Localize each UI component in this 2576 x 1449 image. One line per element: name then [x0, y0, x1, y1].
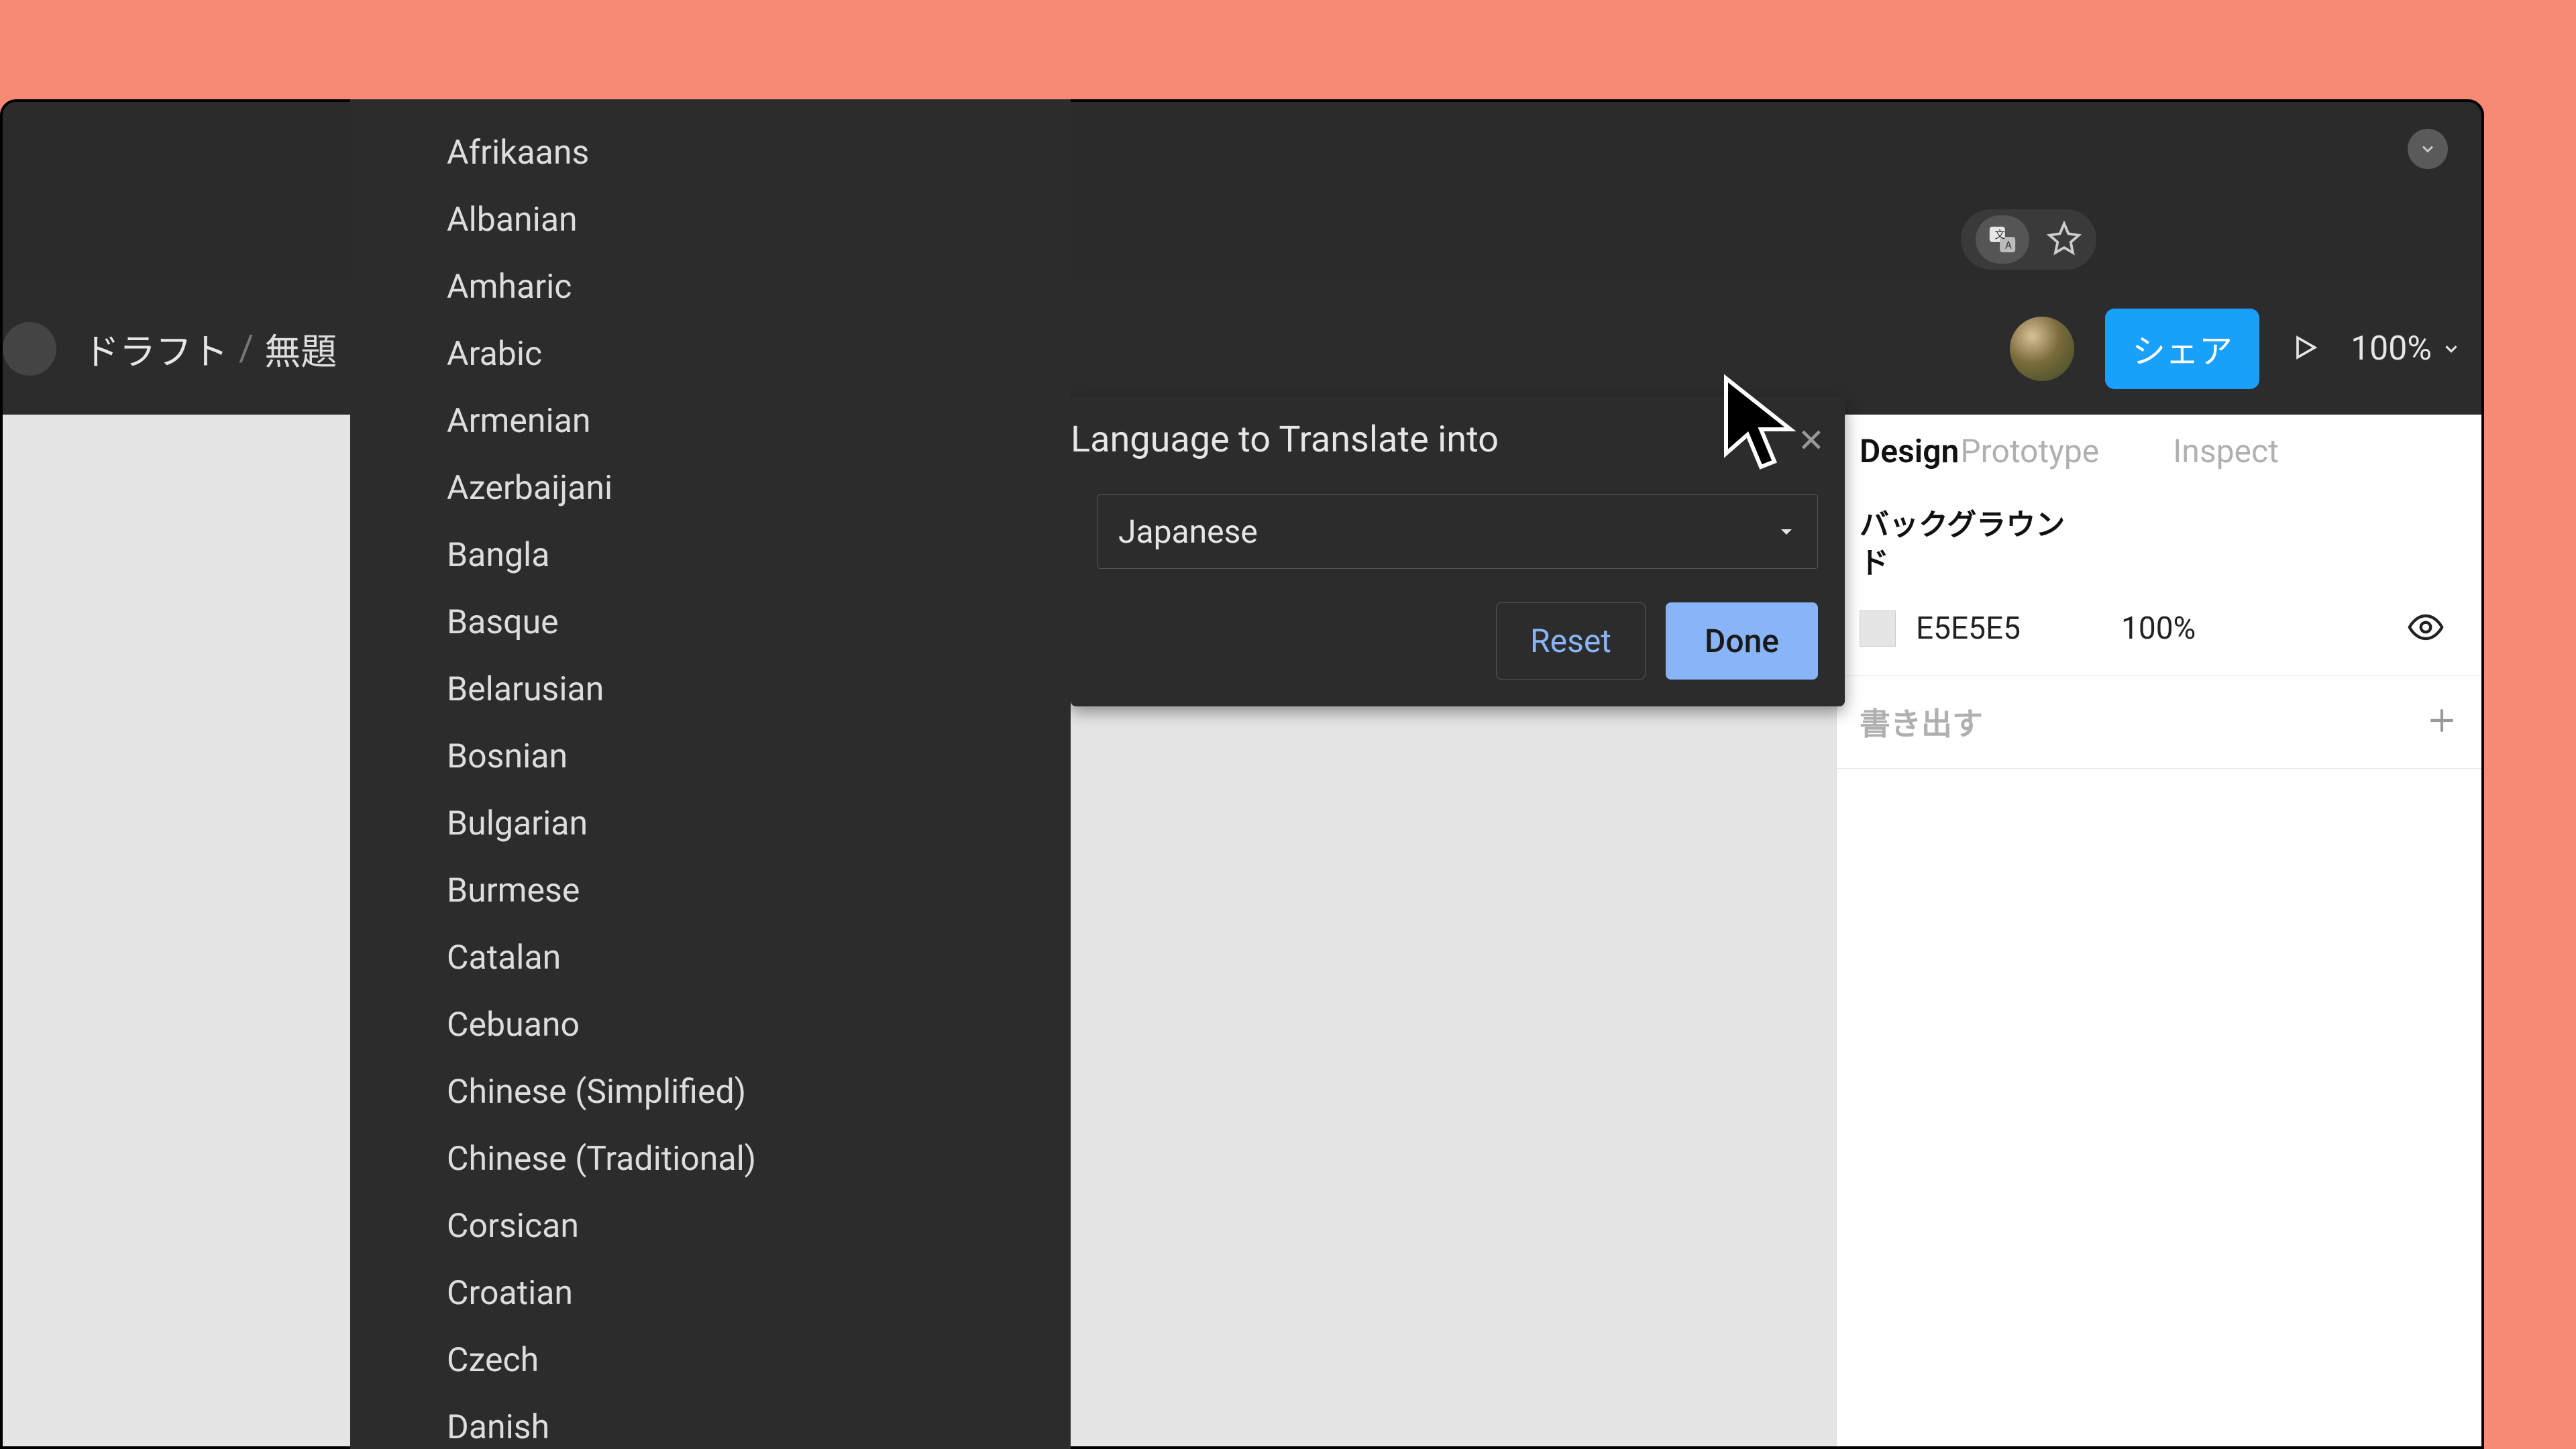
color-hex[interactable]: E5E5E5 [1916, 610, 2021, 647]
zoom-control[interactable]: 100% [2351, 329, 2461, 368]
done-button[interactable]: Done [1666, 602, 1818, 680]
export-section: 書き出す [1837, 676, 2481, 769]
eye-icon [2406, 608, 2445, 647]
breadcrumb-file[interactable]: 無題 [264, 322, 337, 375]
background-title: バックグラウンド [1860, 506, 2088, 582]
bookmark-star-button[interactable] [2047, 221, 2082, 258]
background-row: E5E5E5 100% [1860, 608, 2459, 649]
language-option[interactable]: Czech [350, 1327, 1071, 1394]
present-button[interactable] [2290, 333, 2320, 365]
language-option[interactable]: Croatian [350, 1260, 1071, 1327]
panel-tabs: Design Prototype Inspect [1837, 415, 2481, 488]
language-option[interactable]: Bosnian [350, 723, 1071, 790]
right-panel: Design Prototype Inspect バックグラウンド E5E5E5… [1836, 415, 2481, 1446]
language-dropdown: AfrikaansAlbanianAmharicArabicArmenianAz… [350, 99, 1071, 1449]
language-option[interactable]: Burmese [350, 857, 1071, 924]
language-option[interactable]: Azerbaijani [350, 455, 1071, 522]
language-option[interactable]: Danish [350, 1394, 1071, 1449]
figma-logo[interactable] [3, 322, 56, 376]
play-icon [2290, 333, 2320, 362]
tab-design[interactable]: Design [1860, 432, 1959, 470]
star-icon [2047, 221, 2082, 256]
language-select[interactable]: Japanese [1097, 494, 1818, 569]
export-label: 書き出す [1860, 700, 1983, 744]
breadcrumb: ドラフト / 無題 [83, 322, 337, 375]
zoom-value: 100% [2351, 329, 2432, 368]
language-option[interactable]: Corsican [350, 1193, 1071, 1260]
address-actions: 文 A [1961, 209, 2096, 270]
language-option[interactable]: Chinese (Traditional) [350, 1126, 1071, 1193]
chevron-down-icon [2441, 339, 2461, 359]
share-button[interactable]: シェア [2105, 309, 2259, 389]
translate-icon: 文 A [1987, 224, 2018, 255]
translate-popover: Language to Translate into ✕ Japanese Re… [1071, 397, 1845, 706]
close-button[interactable]: ✕ [1798, 421, 1825, 460]
avatar[interactable] [2010, 317, 2074, 381]
language-option[interactable]: Belarusian [350, 656, 1071, 723]
language-option[interactable]: Bulgarian [350, 790, 1071, 857]
language-option[interactable]: Catalan [350, 924, 1071, 991]
color-opacity[interactable]: 100% [2121, 610, 2196, 647]
language-option[interactable]: Arabic [350, 321, 1071, 388]
tab-prototype[interactable]: Prototype [1960, 432, 2099, 470]
language-option[interactable]: Basque [350, 589, 1071, 656]
language-option[interactable]: Albanian [350, 186, 1071, 254]
breadcrumb-folder[interactable]: ドラフト [83, 322, 228, 375]
breadcrumb-separator: / [239, 327, 254, 370]
popover-title-text: Language to Translate into [1071, 419, 1499, 461]
color-swatch[interactable] [1860, 610, 1896, 647]
language-option[interactable]: Amharic [350, 254, 1071, 321]
language-option[interactable]: Chinese (Simplified) [350, 1059, 1071, 1126]
translate-button[interactable]: 文 A [1976, 215, 2029, 264]
language-option[interactable]: Armenian [350, 388, 1071, 455]
language-option[interactable]: Afrikaans [350, 119, 1071, 186]
background-section: バックグラウンド E5E5E5 100% [1837, 488, 2481, 676]
svg-text:A: A [2005, 239, 2012, 251]
dropdown-caret-icon [1776, 521, 1797, 543]
selected-language: Japanese [1118, 513, 1258, 551]
popover-title: Language to Translate into ✕ [1071, 397, 1845, 482]
add-export-button[interactable] [2425, 704, 2459, 740]
header-right: シェア 100% [2010, 309, 2461, 389]
popover-actions: Reset Done [1071, 569, 1845, 706]
language-option[interactable]: Cebuano [350, 991, 1071, 1059]
caret-down-icon [2418, 140, 2437, 158]
tab-inspect[interactable]: Inspect [2173, 432, 2279, 470]
reset-button[interactable]: Reset [1496, 602, 1646, 680]
visibility-toggle[interactable] [2406, 608, 2445, 649]
svg-text:文: 文 [1995, 229, 2005, 241]
browser-menu-button[interactable] [2408, 129, 2448, 169]
language-option[interactable]: Bangla [350, 522, 1071, 589]
plus-icon [2425, 704, 2459, 737]
